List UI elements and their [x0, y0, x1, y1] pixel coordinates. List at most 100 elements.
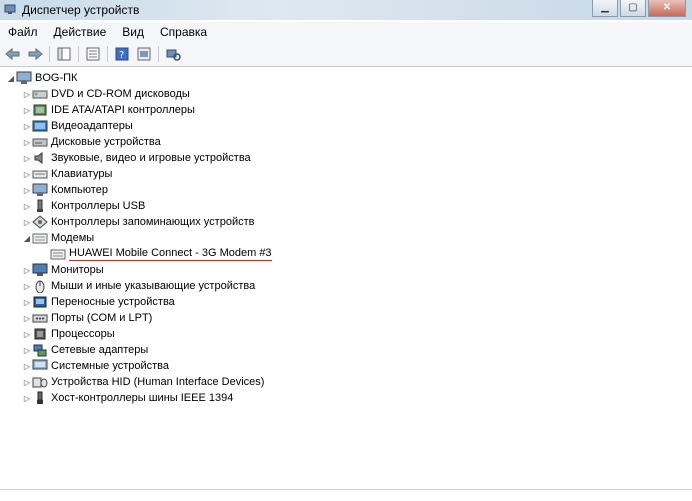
tree-item-label: Процессоры	[51, 328, 115, 340]
help-button[interactable]: ?	[113, 46, 131, 62]
tree-item-label: Компьютер	[51, 184, 108, 196]
tree-item[interactable]: ▷ Мониторы	[22, 262, 104, 278]
tree-item[interactable]: ▷ Клавиатуры	[22, 166, 112, 182]
tree-item-label: Хост-контроллеры шины IEEE 1394	[51, 392, 234, 404]
device-manager-icon	[4, 4, 16, 14]
expand-arrow-icon[interactable]: ▷	[22, 326, 32, 342]
tree-item[interactable]: ▷ Мыши и иные указывающие устройства	[22, 278, 255, 294]
tree-item[interactable]: ▷ Компьютер	[22, 182, 108, 198]
toolbar-separator	[49, 46, 50, 62]
tree-item-label: Клавиатуры	[51, 168, 113, 180]
menu-file[interactable]: Файл	[0, 25, 46, 39]
maximize-button[interactable]: ▢	[620, 0, 646, 17]
back-icon	[5, 47, 20, 61]
tree-item[interactable]: ▷ IDE ATA/ATAPI контроллеры	[22, 102, 195, 118]
tree-item-label: Системные устройства	[51, 360, 170, 372]
menu-action[interactable]: Действие	[46, 25, 115, 39]
scan-hardware-button[interactable]	[164, 46, 182, 62]
expand-arrow-icon[interactable]: ▷	[22, 118, 32, 134]
expand-arrow-icon[interactable]: ▷	[22, 198, 32, 214]
tree-item[interactable]: ▷ Дисковые устройства	[22, 134, 161, 150]
toolbar-separator	[158, 46, 159, 62]
tree-item-label: DVD и CD-ROM дисководы	[51, 88, 190, 100]
tree-item-label: Устройства HID (Human Interface Devices)	[51, 376, 265, 388]
tree-item[interactable]: ▷ Звуковые, видео и игровые устройства	[22, 150, 251, 166]
expand-arrow-icon[interactable]: ▷	[22, 294, 32, 310]
expand-arrow-icon[interactable]: ▷	[22, 166, 32, 182]
status-divider	[0, 489, 692, 490]
display-adapter-icon	[32, 119, 48, 133]
modem-icon	[32, 231, 48, 245]
usb-icon	[32, 199, 48, 213]
expand-arrow-icon[interactable]: ▷	[22, 390, 32, 406]
expand-arrow-icon[interactable]: ▷	[22, 214, 32, 230]
tree-item-label: Переносные устройства	[51, 296, 175, 308]
expand-arrow-icon[interactable]: ▷	[22, 182, 32, 198]
back-button[interactable]	[4, 46, 22, 62]
expand-arrow-icon[interactable]: ▷	[22, 342, 32, 358]
menu-help[interactable]: Справка	[152, 25, 215, 39]
menu-view[interactable]: Вид	[114, 25, 152, 39]
toolbar: ?	[0, 42, 692, 67]
expand-arrow-icon[interactable]: ▷	[22, 374, 32, 390]
tree-child-item[interactable]: HUAWEI Mobile Connect - 3G Modem #3	[50, 246, 272, 262]
title-bar: Диспетчер устройств ▁ ▢ ✕	[0, 0, 692, 20]
monitor-icon	[32, 263, 48, 277]
tree-item[interactable]: ▷ Системные устройства	[22, 358, 169, 374]
tree-item[interactable]: ▷ Процессоры	[22, 326, 115, 342]
expand-arrow-icon[interactable]: ▷	[22, 102, 32, 118]
tree-item[interactable]: ▷ Хост-контроллеры шины IEEE 1394	[22, 390, 233, 406]
expand-arrow-icon[interactable]: ▷	[22, 86, 32, 102]
expand-arrow-icon[interactable]: ▷	[22, 262, 32, 278]
hid-icon	[32, 375, 48, 389]
tree-item-label: Мыши и иные указывающие устройства	[51, 280, 256, 292]
disk-drive-icon	[32, 135, 48, 149]
svg-text:?: ?	[119, 50, 124, 61]
collapse-arrow-icon[interactable]: ◢	[22, 230, 32, 246]
expand-arrow-icon[interactable]: ▷	[22, 358, 32, 374]
tree-item[interactable]: ▷ Сетевые адаптеры	[22, 342, 148, 358]
update-driver-button[interactable]	[135, 46, 153, 62]
expand-arrow-icon[interactable]: ▷	[22, 310, 32, 326]
tree-item[interactable]: ▷ DVD и CD-ROM дисководы	[22, 86, 190, 102]
tree-item[interactable]: ▷ Устройства HID (Human Interface Devices…	[22, 374, 265, 390]
expand-arrow-icon[interactable]: ▷	[22, 150, 32, 166]
tree-item[interactable]: ◢ Модемы	[22, 230, 94, 246]
minimize-button[interactable]: ▁	[592, 0, 618, 17]
tree-item-label: Мониторы	[51, 264, 104, 276]
expand-arrow-icon[interactable]: ▷	[22, 278, 32, 294]
properties-button[interactable]	[55, 46, 73, 62]
computer-icon	[32, 183, 48, 197]
tree-item-label: Звуковые, видео и игровые устройства	[51, 152, 251, 164]
port-icon	[32, 311, 48, 325]
tree-item-label: IDE ATA/ATAPI контроллеры	[51, 104, 195, 116]
scan-hardware-icon	[166, 49, 181, 61]
tree-item[interactable]: ▷ Переносные устройства	[22, 294, 175, 310]
tree-item-label: Порты (COM и LPT)	[51, 312, 153, 324]
tree-item-label: Контроллеры USB	[51, 200, 146, 212]
forward-button[interactable]	[26, 46, 44, 62]
computer-icon	[16, 71, 32, 85]
tree-item[interactable]: ▷ Порты (COM и LPT)	[22, 310, 152, 326]
close-button[interactable]: ✕	[648, 0, 686, 17]
dvd-drive-icon	[32, 87, 48, 101]
console-tree-button[interactable]	[84, 46, 102, 62]
modem-icon	[50, 247, 66, 261]
storage-controller-icon	[32, 215, 48, 229]
collapse-arrow-icon[interactable]: ◢	[6, 70, 16, 86]
device-tree: ◢ BOG-ПК ▷ DVD и CD-ROM дисководы ▷ IDE ATA…	[0, 70, 692, 490]
toolbar-separator	[107, 46, 108, 62]
tree-root-label: BOG-ПК	[35, 72, 78, 84]
keyboard-icon	[32, 167, 48, 181]
tree-item-label: Дисковые устройства	[51, 136, 161, 148]
tree-root[interactable]: ◢ BOG-ПК	[6, 70, 77, 86]
help-icon: ?	[115, 47, 129, 61]
processor-icon	[32, 327, 48, 341]
tree-item[interactable]: ▷ Видеоадаптеры	[22, 118, 133, 134]
network-adapter-icon	[32, 343, 48, 357]
tree-item-label: Модемы	[51, 232, 95, 244]
tree-item[interactable]: ▷ Контроллеры запоминающих устройств	[22, 214, 254, 230]
tree-item[interactable]: ▷ Контроллеры USB	[22, 198, 145, 214]
expand-arrow-icon[interactable]: ▷	[22, 134, 32, 150]
system-device-icon	[32, 359, 48, 373]
